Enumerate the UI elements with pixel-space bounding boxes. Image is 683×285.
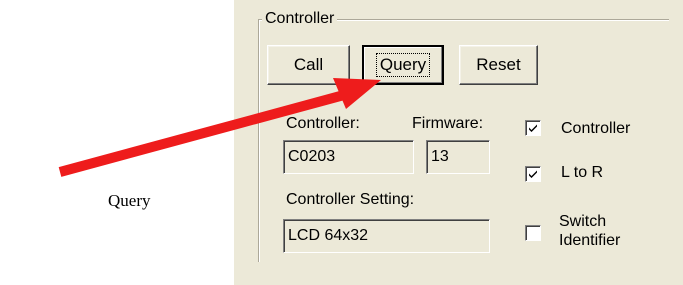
annotation-label: Query	[108, 191, 151, 210]
arrow-shaft	[58, 90, 346, 177]
annotation-arrow-icon	[58, 78, 381, 177]
arrow-head	[333, 78, 381, 109]
